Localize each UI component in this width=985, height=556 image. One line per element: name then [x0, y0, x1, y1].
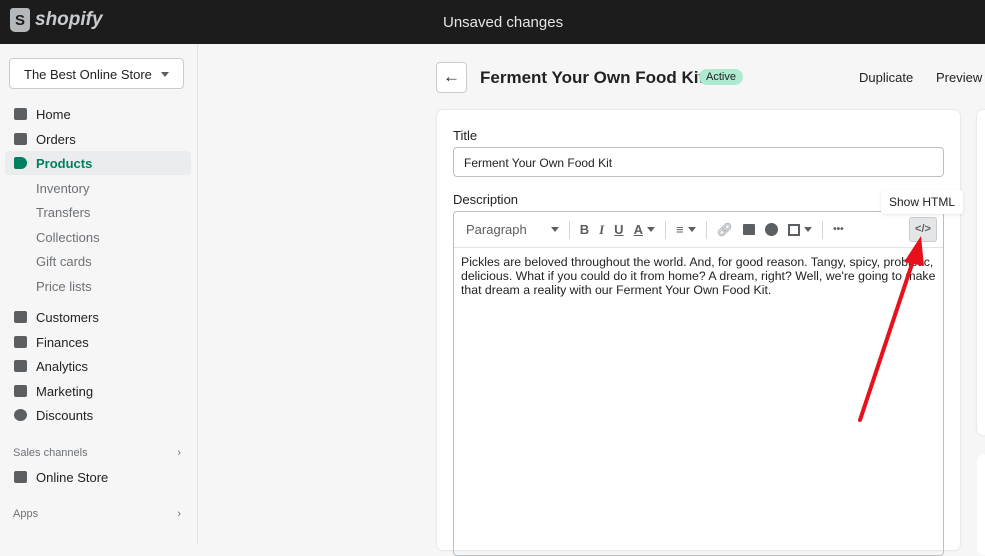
annotation-arrow [858, 236, 924, 422]
